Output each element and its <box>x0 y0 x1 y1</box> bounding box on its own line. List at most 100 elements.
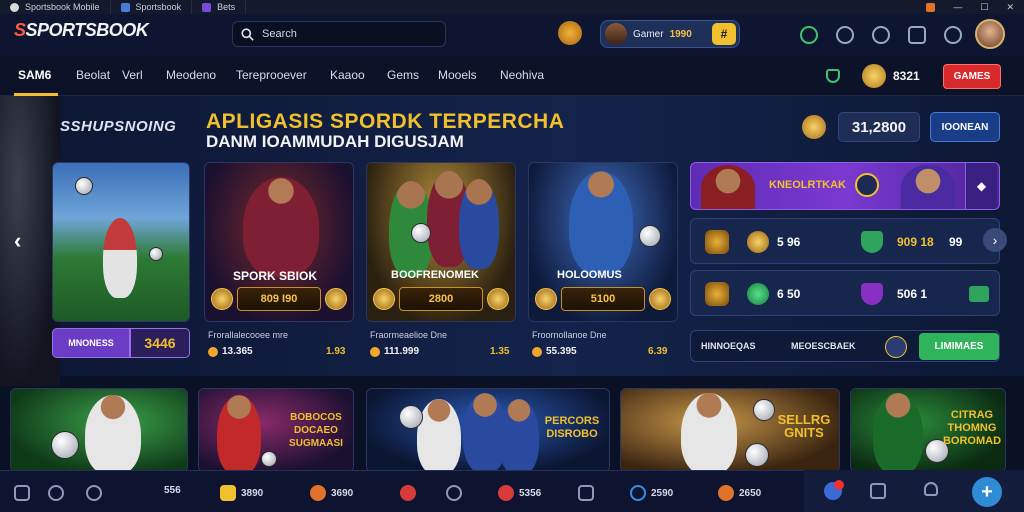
hero-button[interactable]: IOONEAN <box>930 112 1000 142</box>
search-input[interactable]: Search <box>262 28 297 40</box>
os-controls: — ☐ ✕ <box>926 0 1014 14</box>
coin-icon <box>211 288 233 310</box>
player-figure <box>681 393 737 471</box>
promo-side-button[interactable]: ◆ <box>965 163 997 209</box>
player-figure <box>243 177 319 277</box>
bottom-bar-item[interactable] <box>578 485 594 501</box>
coin-icon <box>649 288 671 310</box>
shield-icon[interactable] <box>826 69 840 83</box>
ball-icon <box>51 431 79 459</box>
coin-icon <box>532 346 542 357</box>
bottom-bar-item[interactable] <box>446 485 462 501</box>
game-card[interactable]: SELLRG GNITS <box>620 388 840 472</box>
wallet-icon[interactable] <box>908 26 926 44</box>
card-left-button[interactable]: MNONESS <box>52 328 130 358</box>
coin-icon <box>802 115 826 139</box>
notification-dot <box>834 480 844 490</box>
card-meta: Fraormeaelioe Dne <box>370 330 448 340</box>
featured-card-actions: MNONESS 3446 <box>52 328 190 358</box>
flag-icon[interactable] <box>870 483 886 499</box>
network-icon[interactable] <box>836 26 854 44</box>
game-card[interactable]: SPORK SBIOK 809 I90 <box>204 162 354 322</box>
bottom-bar-item[interactable]: 2590 <box>630 485 673 501</box>
ticket-icon[interactable] <box>969 286 989 302</box>
minimize-icon[interactable]: — <box>953 2 962 12</box>
match-row[interactable]: 5 96 909 18 99 <box>690 218 1000 264</box>
nav-item[interactable]: Meodeno <box>166 68 216 82</box>
live-icon <box>400 485 416 501</box>
nav-item[interactable]: Gems <box>387 68 419 82</box>
search-field[interactable]: Search <box>232 21 446 47</box>
card-odds[interactable]: 1.93 <box>326 346 345 357</box>
os-tab[interactable]: Sportsbook Mobile <box>0 0 111 14</box>
game-card[interactable]: BOBOCOS DOCAEO SUGMAASI <box>198 388 354 472</box>
card-title: BOBOCOS DOCAEO SUGMAASI <box>289 412 343 449</box>
carousel-prev-icon[interactable]: ‹ <box>14 228 34 254</box>
notification-icon[interactable] <box>926 2 936 12</box>
nav-item[interactable]: Kaaoo <box>330 68 365 82</box>
search-icon[interactable] <box>944 26 962 44</box>
os-tab[interactable]: Sportsbook <box>111 0 193 14</box>
ball-icon <box>745 443 769 467</box>
chat-icon[interactable] <box>872 26 890 44</box>
home-icon[interactable] <box>14 485 30 501</box>
user-balance-chip[interactable]: Gamer 1990 # <box>600 20 740 48</box>
team-badge-icon <box>705 230 729 254</box>
game-card[interactable]: HOLOOMUS 5100 <box>528 162 678 322</box>
shield-icon <box>861 283 883 305</box>
avatar <box>605 23 627 45</box>
promo-cta-button[interactable]: LIMIMAES <box>919 333 999 360</box>
coin-icon <box>535 288 557 310</box>
sportsbook-logo[interactable]: SSPORTSBOOK <box>14 20 149 41</box>
user-icon[interactable] <box>924 482 938 496</box>
maximize-icon[interactable]: ☐ <box>980 2 988 13</box>
search-icon <box>241 27 254 41</box>
add-button[interactable]: + <box>972 477 1002 507</box>
card-odds[interactable]: 6.39 <box>648 346 667 357</box>
match-row[interactable]: 6 50 506 1 <box>690 270 1000 316</box>
clock-icon[interactable] <box>800 26 818 44</box>
promo-footer: HINNOEQAS MEOESCBAEK LIMIMAES <box>690 330 1000 362</box>
os-tab[interactable]: Bets <box>192 0 247 14</box>
game-card[interactable]: PERCORS DISROBO <box>366 388 610 472</box>
bottom-bar-item[interactable]: 5356 <box>498 485 541 501</box>
nav-item[interactable]: SAM6 <box>18 68 51 82</box>
game-card[interactable]: CITRAG THOMNG BOROMAD <box>850 388 1006 472</box>
bottom-bar-item[interactable]: 2650 <box>718 485 761 501</box>
ball-icon <box>75 177 93 195</box>
games-button[interactable]: GAMES <box>943 64 1001 89</box>
nav-item[interactable]: Mooels <box>438 68 477 82</box>
card-banner: 809 I90 <box>237 287 321 311</box>
rewards-badge-icon[interactable] <box>558 21 582 45</box>
bottom-bar-item[interactable]: 3890 <box>220 485 263 501</box>
hero-amount: 31,2800 <box>838 112 920 142</box>
card-odds[interactable]: 1.35 <box>490 346 509 357</box>
promo-footer-label: HINNOEQAS <box>701 341 756 351</box>
promo-panel[interactable]: KNEOLRTKAK ◆ <box>690 162 1000 210</box>
ticket-icon <box>220 485 236 501</box>
user-action-button[interactable]: # <box>712 23 736 45</box>
featured-card[interactable] <box>52 162 190 322</box>
bottom-bar-item[interactable]: 3690 <box>310 485 353 501</box>
game-card[interactable]: BOOFRENOMEK 2800 <box>366 162 516 322</box>
nav-item[interactable]: Neohiva <box>500 68 544 82</box>
close-icon[interactable]: ✕ <box>1006 2 1014 13</box>
profile-avatar[interactable] <box>975 19 1005 49</box>
app-icon <box>202 2 212 12</box>
info-icon[interactable] <box>86 485 102 501</box>
bottom-bar-item[interactable] <box>400 485 416 501</box>
nav-item[interactable]: Tereprooever <box>236 68 307 82</box>
carousel-next-icon[interactable]: › <box>983 228 1007 252</box>
card-title: SPORK SBIOK <box>233 269 318 283</box>
nav-item[interactable]: Beolat <box>76 68 110 82</box>
card-right-value[interactable]: 3446 <box>130 328 190 358</box>
user-balance: 1990 <box>669 28 692 40</box>
chat-icon[interactable] <box>48 485 64 501</box>
bottom-bar-item[interactable]: 556 <box>164 485 181 496</box>
card-stat: 111.999 <box>370 346 419 357</box>
nav-item[interactable]: Verl <box>122 68 143 82</box>
club-badge-icon <box>885 336 907 358</box>
game-card[interactable] <box>10 388 188 472</box>
ball-icon <box>261 451 277 467</box>
promo-title: KNEOLRTKAK <box>769 179 846 191</box>
